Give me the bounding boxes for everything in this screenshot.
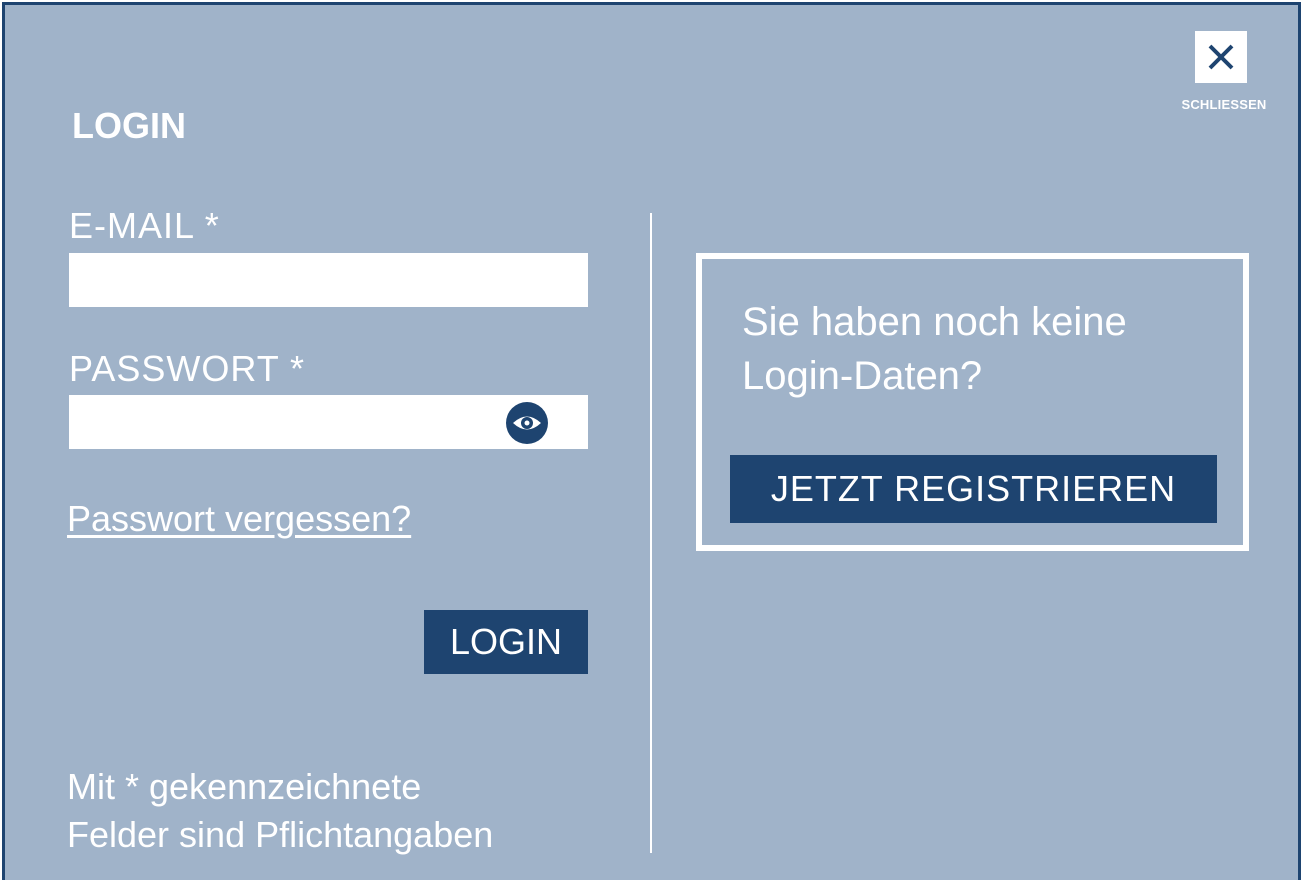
forgot-password-link[interactable]: Passwort vergessen? [67,498,411,540]
email-label: E-MAIL * [69,205,220,246]
login-dialog: LOGIN SCHLIESSEN E-MAIL * PASSWORT * Pas… [2,2,1301,880]
close-icon [1208,44,1234,70]
close-button[interactable]: SCHLIESSEN [1168,31,1280,121]
required-hint-line2: Felder sind Pflichtangaben [67,814,494,855]
required-hint-line1: Mit * gekennzeichnete [67,766,422,807]
close-label: SCHLIESSEN [1181,97,1267,112]
eye-icon [506,402,548,444]
login-button[interactable]: LOGIN [424,610,588,674]
register-button[interactable]: JETZT REGISTRIEREN [730,455,1217,523]
show-password-button[interactable] [505,401,549,445]
password-label: PASSWORT * [69,348,306,389]
close-icon-box[interactable] [1195,31,1247,83]
register-prompt: Sie haben noch keine Login-Daten? [742,295,1202,403]
register-prompt-line2: Login-Daten? [742,354,983,398]
dialog-title: LOGIN [72,105,186,146]
register-prompt-line1: Sie haben noch keine [742,300,1127,344]
email-field[interactable] [69,253,588,307]
vertical-divider [650,213,652,853]
required-fields-hint: Mit * gekennzeichnete Felder sind Pflich… [67,763,493,859]
